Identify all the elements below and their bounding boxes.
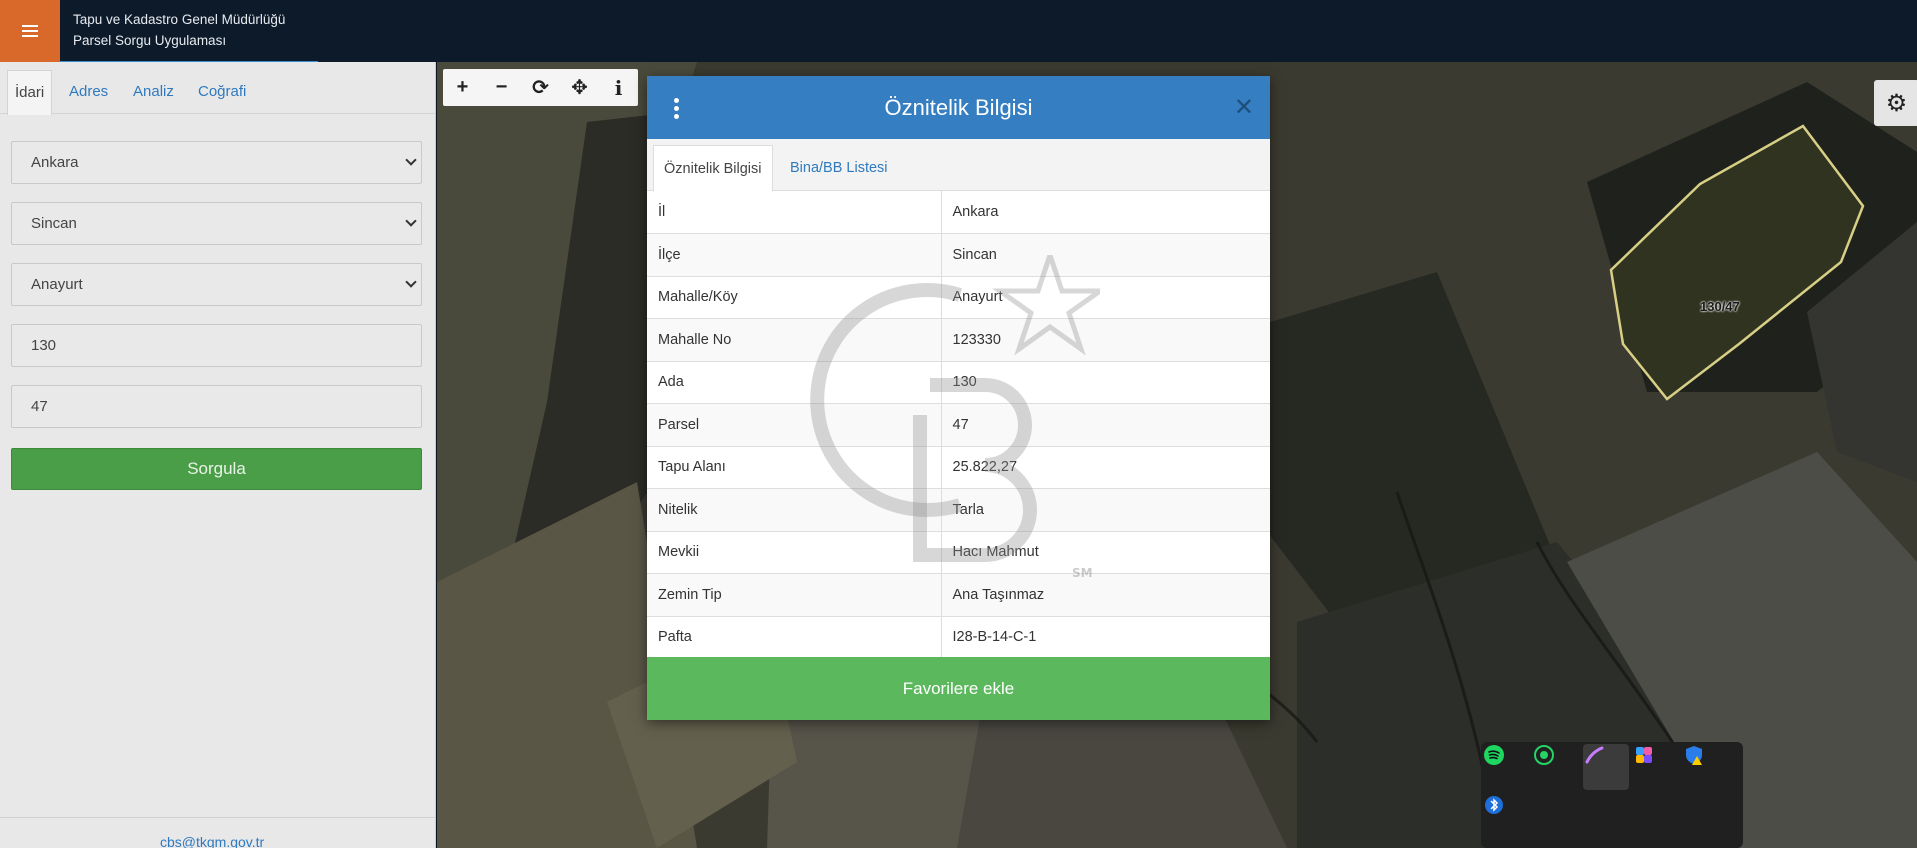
ada-input[interactable]: 130: [11, 324, 422, 367]
modal-title: Öznitelik Bilgisi: [884, 95, 1033, 120]
crosshair-icon: ✥: [571, 77, 588, 99]
info-icon: i: [614, 75, 623, 100]
app-title-line1: Tapu ve Kadastro Genel Müdürlüğü: [73, 12, 286, 27]
zoom-out-button[interactable]: −: [482, 69, 521, 106]
table-row: Mevkii Hacı Mahmut: [647, 531, 1270, 574]
mahalle-select[interactable]: Anayurt: [11, 263, 422, 306]
modal-tabs: Öznitelik Bilgisi Bina/BB Listesi: [647, 139, 1270, 192]
table-row: Nitelik Tarla: [647, 488, 1270, 532]
attr-value: 123330: [941, 318, 1270, 362]
table-row: İlçe Sincan: [647, 233, 1270, 277]
attr-key: İlçe: [647, 233, 942, 277]
ilce-select-value: Sincan: [31, 215, 77, 232]
parcel-label: 130/47: [1700, 299, 1740, 314]
table-row: Pafta I28-B-14-C-1: [647, 616, 1270, 659]
security-warning-icon[interactable]: [1683, 744, 1729, 790]
gear-icon: ⚙: [1885, 89, 1908, 117]
sidebar-footer: cbs@tkgm.gov.tr: [0, 817, 436, 848]
attr-value: 25.822,27: [941, 446, 1270, 489]
attr-value: Anayurt: [941, 276, 1270, 319]
sorgula-button[interactable]: Sorgula: [11, 448, 422, 490]
app-title: Tapu ve Kadastro Genel Müdürlüğü Parsel …: [73, 9, 285, 51]
locate-button[interactable]: ✥: [560, 69, 599, 106]
attr-value: Sincan: [941, 233, 1270, 277]
add-to-favorites-button[interactable]: Favorilere ekle: [647, 657, 1270, 720]
attr-key: Zemin Tip: [647, 573, 942, 617]
attr-key: Tapu Alanı: [647, 446, 942, 489]
modal-header: Öznitelik Bilgisi ✕: [647, 76, 1270, 139]
refresh-icon: ⟳: [532, 77, 549, 99]
attr-value: 47: [941, 403, 1270, 447]
tab-idari[interactable]: İdari: [7, 70, 53, 115]
tab-analiz[interactable]: Analiz: [126, 70, 181, 114]
plus-icon: +: [456, 76, 469, 98]
info-button[interactable]: i: [599, 69, 638, 106]
table-row: Mahalle No 123330: [647, 318, 1270, 362]
attribute-info-modal: Öznitelik Bilgisi ✕ Öznitelik Bilgisi Bi…: [647, 76, 1270, 720]
mahalle-select-value: Anayurt: [31, 276, 83, 293]
table-row: Zemin Tip Ana Taşınmaz: [647, 573, 1270, 617]
attr-key: Mahalle No: [647, 318, 942, 362]
whatsapp-icon[interactable]: [1533, 744, 1579, 790]
attr-key: Ada: [647, 361, 942, 404]
bluetooth-icon[interactable]: [1483, 794, 1529, 840]
ilce-select[interactable]: Sincan: [11, 202, 422, 245]
zoom-in-button[interactable]: +: [443, 69, 482, 106]
parsel-input-value: 47: [31, 398, 48, 415]
chevron-down-icon: [405, 215, 417, 227]
attribute-table: İl Ankara İlçe Sincan Mahalle/Köy Anayurt M…: [647, 191, 1270, 659]
table-row: Ada 130: [647, 361, 1270, 404]
copilot-icon[interactable]: [1633, 744, 1679, 790]
hamburger-menu-button[interactable]: [0, 0, 60, 62]
minus-icon: −: [495, 76, 508, 98]
parsel-input[interactable]: 47: [11, 385, 422, 428]
footer-email-link[interactable]: cbs@tkgm.gov.tr: [160, 834, 264, 848]
table-row: Tapu Alanı 25.822,27: [647, 446, 1270, 489]
attr-key: Pafta: [647, 616, 942, 659]
system-tray-overflow: [1481, 742, 1743, 848]
attr-value: Ankara: [941, 191, 1270, 234]
attr-key: Parsel: [647, 403, 942, 447]
tab-bina-bb-listesi[interactable]: Bina/BB Listesi: [780, 145, 898, 191]
settings-button[interactable]: ⚙: [1874, 80, 1917, 126]
attr-value: Tarla: [941, 488, 1270, 532]
map-toolbar: + − ⟳ ✥ i: [443, 69, 638, 106]
il-select[interactable]: Ankara: [11, 141, 422, 184]
hamburger-icon: [22, 30, 38, 32]
attr-value: 130: [941, 361, 1270, 404]
table-row: Mahalle/Köy Anayurt: [647, 276, 1270, 319]
attr-key: Nitelik: [647, 488, 942, 532]
tab-cografi[interactable]: Coğrafi: [191, 70, 253, 114]
ada-input-value: 130: [31, 337, 57, 354]
sidebar: İdari Adres Analiz Coğrafi Ankara Sincan…: [0, 62, 436, 848]
sidebar-tabs: İdari Adres Analiz Coğrafi: [0, 62, 435, 115]
table-row: İl Ankara: [647, 191, 1270, 234]
attr-key: Mahalle/Köy: [647, 276, 942, 319]
spotify-icon[interactable]: [1483, 744, 1529, 790]
attr-value: Hacı Mahmut: [941, 531, 1270, 574]
attr-key: İl: [647, 191, 942, 234]
tab-adres[interactable]: Adres: [62, 70, 115, 114]
app-title-line2: Parsel Sorgu Uygulaması: [73, 33, 227, 48]
app-header: Tapu ve Kadastro Genel Müdürlüğü Parsel …: [0, 0, 1917, 63]
attr-value: Ana Taşınmaz: [941, 573, 1270, 617]
close-icon[interactable]: ✕: [1234, 93, 1254, 122]
table-row: Parsel 47: [647, 403, 1270, 447]
attr-key: Mevkii: [647, 531, 942, 574]
chevron-down-icon: [405, 276, 417, 288]
pen-app-icon[interactable]: [1583, 744, 1629, 790]
chevron-down-icon: [405, 154, 417, 166]
refresh-button[interactable]: ⟳: [521, 69, 560, 106]
tab-oznitelik-bilgisi[interactable]: Öznitelik Bilgisi: [653, 145, 773, 192]
il-select-value: Ankara: [31, 154, 79, 171]
attr-value: I28-B-14-C-1: [941, 616, 1270, 659]
